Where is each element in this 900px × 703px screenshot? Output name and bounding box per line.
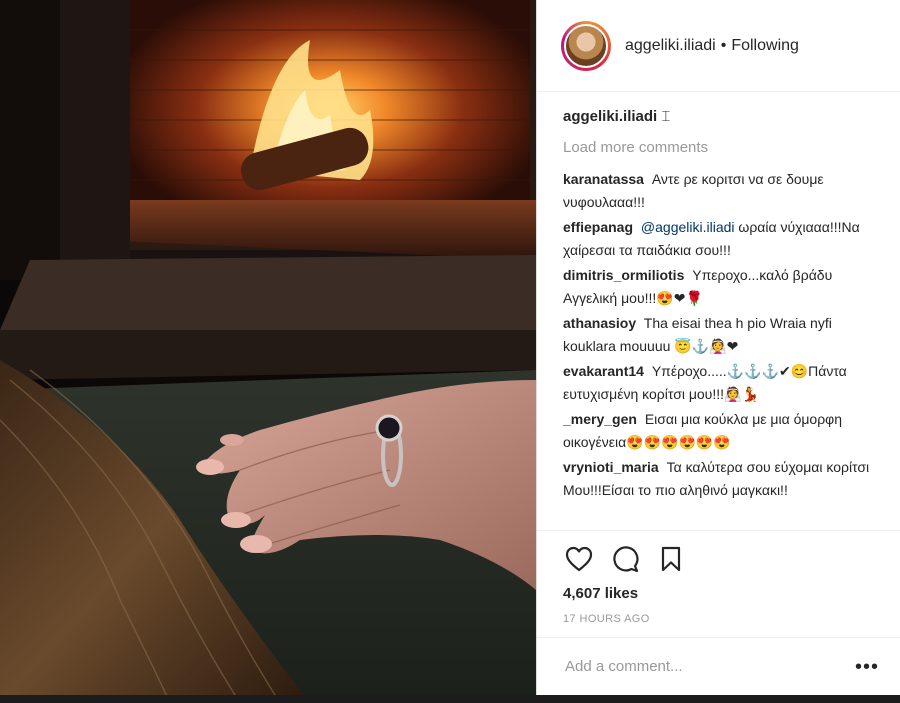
likes-count[interactable]: 4,607 likes xyxy=(563,585,875,602)
heart-outline-icon xyxy=(565,546,593,572)
comment-item: evakarant14 Υπέροχο.....⚓⚓⚓✔😊Πάντα ευτυχ… xyxy=(563,360,875,406)
add-comment-input[interactable] xyxy=(563,657,855,676)
load-more-comments-link[interactable]: Load more comments xyxy=(563,139,875,156)
comment-username[interactable]: _mery_gen xyxy=(563,411,637,427)
more-options-icon[interactable]: ••• xyxy=(855,657,879,677)
comment-item: vrynioti_maria Τα καλύτερα σου εύχομαι κ… xyxy=(563,456,875,502)
comment-item: effiepanag @aggeliki.iliadi ωραία νύχιαα… xyxy=(563,216,875,262)
comment-item: athanasioy Tha eisai thea h pio Wraia ny… xyxy=(563,312,875,358)
post-details-panel: aggeliki.iliadi • Following aggeliki.iliad… xyxy=(536,0,900,703)
comment-button[interactable] xyxy=(609,543,641,575)
comments-list[interactable]: aggeliki.iliadi ⌶ Load more comments kar… xyxy=(537,92,900,528)
post-caption: aggeliki.iliadi ⌶ xyxy=(563,108,875,125)
caption-username[interactable]: aggeliki.iliadi xyxy=(563,108,657,125)
speech-bubble-icon xyxy=(613,546,639,573)
comment-username[interactable]: vrynioti_maria xyxy=(563,459,659,475)
post-actions: 4,607 likes 17 HOURS AGO xyxy=(537,530,900,630)
separator-dot: • xyxy=(720,36,727,54)
header-text: aggeliki.iliadi • Following xyxy=(625,37,799,55)
bookmark-icon xyxy=(661,546,681,572)
fireplace-hand-ring-image xyxy=(0,0,536,703)
avatar-image xyxy=(564,23,608,68)
like-button[interactable] xyxy=(563,543,595,575)
comment-item: dimitris_ormiliotis Υπεροχο...καλό βράδυ… xyxy=(563,264,875,310)
following-button[interactable]: Following xyxy=(731,37,799,54)
post-photo xyxy=(0,0,536,703)
post-header: aggeliki.iliadi • Following xyxy=(537,0,900,92)
post-timestamp[interactable]: 17 HOURS AGO xyxy=(563,613,875,625)
comment-username[interactable]: evakarant14 xyxy=(563,363,644,379)
author-username[interactable]: aggeliki.iliadi xyxy=(625,37,716,54)
save-button[interactable] xyxy=(655,543,687,575)
comment-item: _mery_gen Εισαι μια κούκλα με μια όμορφη… xyxy=(563,408,875,454)
caption-text: ⌶ xyxy=(661,108,671,125)
comment-username[interactable]: athanasioy xyxy=(563,315,636,331)
avatar[interactable] xyxy=(561,20,611,71)
add-comment-bar: ••• xyxy=(537,637,900,695)
comment-username[interactable]: effiepanag xyxy=(563,219,633,235)
window-bottom-edge xyxy=(0,695,900,703)
action-icons-row xyxy=(563,543,875,575)
comment-mention-link[interactable]: @aggeliki.iliadi xyxy=(641,219,735,235)
comment-item: karanatassa Αντε ρε κοριτσι να σε δουμε … xyxy=(563,168,875,214)
comment-username[interactable]: dimitris_ormiliotis xyxy=(563,267,684,283)
comment-username[interactable]: karanatassa xyxy=(563,171,644,187)
